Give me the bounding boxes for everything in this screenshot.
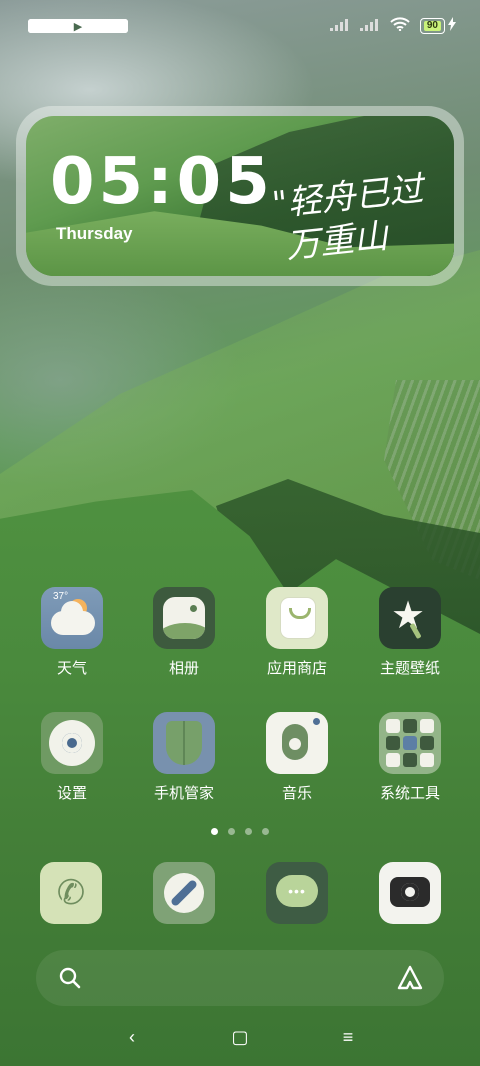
folder-system-tools[interactable]: 系统工具 <box>360 712 460 803</box>
wifi-icon <box>390 16 410 36</box>
app-label: 天气 <box>56 660 87 677</box>
charging-icon <box>448 16 456 36</box>
assistant-icon[interactable] <box>396 964 424 992</box>
recents-button[interactable]: ≡ <box>328 1022 368 1052</box>
weather-temp: 37° <box>53 591 69 602</box>
page-dot[interactable] <box>245 828 252 835</box>
app-music[interactable]: 音乐 <box>247 712 347 803</box>
page-indicator <box>0 828 480 835</box>
search-icon[interactable] <box>58 966 82 990</box>
app-label: 手机管家 <box>153 785 214 802</box>
security-icon <box>153 712 215 774</box>
app-store-icon <box>266 587 328 649</box>
settings-icon <box>41 712 103 774</box>
navigation-bar: ‹ ▢ ≡ <box>0 1022 480 1052</box>
search-bar[interactable] <box>36 950 444 1006</box>
clock-widget[interactable]: 05:05 Thursday "轻舟已过 万重山 <box>16 106 464 286</box>
signal-icon <box>359 18 380 34</box>
page-dot[interactable] <box>262 828 269 835</box>
weather-icon: 37° <box>41 587 103 649</box>
back-button[interactable]: ‹ <box>112 1022 152 1052</box>
dock-messages[interactable] <box>266 862 328 924</box>
page-dot[interactable] <box>211 828 218 835</box>
app-label: 应用商店 <box>266 660 327 677</box>
theme-icon: ★ <box>379 587 441 649</box>
dock-browser[interactable] <box>153 862 215 924</box>
app-label: 相册 <box>168 660 199 677</box>
app-label: 设置 <box>56 785 87 802</box>
app-label: 音乐 <box>281 785 312 802</box>
app-settings[interactable]: 设置 <box>22 712 122 803</box>
camera-icon <box>390 877 430 907</box>
status-bar: ☺ ▣ ▶ • • 90 <box>28 14 456 38</box>
home-button[interactable]: ▢ <box>220 1022 260 1052</box>
dock-phone[interactable]: ✆ <box>40 862 102 924</box>
browser-icon <box>164 873 204 913</box>
widget-quote: "轻舟已过 万重山 <box>270 168 430 268</box>
app-app-store[interactable]: 应用商店 <box>247 587 347 678</box>
app-label: 系统工具 <box>379 785 440 802</box>
app-themes[interactable]: ★ 主题壁纸 <box>360 587 460 678</box>
music-icon <box>266 712 328 774</box>
video-notification-icon: ▶ <box>28 19 128 33</box>
clock-weekday: Thursday <box>56 224 133 243</box>
app-label: 主题壁纸 <box>379 660 440 677</box>
app-gallery[interactable]: 相册 <box>134 587 234 678</box>
battery-level: 90 <box>423 21 441 31</box>
app-weather[interactable]: 37° 天气 <box>22 587 122 678</box>
gallery-icon <box>153 587 215 649</box>
page-dot[interactable] <box>228 828 235 835</box>
app-security[interactable]: 手机管家 <box>134 712 234 803</box>
dock-camera[interactable] <box>379 862 441 924</box>
signal-icon <box>329 18 350 34</box>
phone-icon: ✆ <box>56 874 86 912</box>
battery-indicator: 90 <box>419 16 456 36</box>
messages-icon <box>276 875 318 907</box>
folder-icon <box>379 712 441 774</box>
clock-time: 05:05 <box>50 145 274 219</box>
